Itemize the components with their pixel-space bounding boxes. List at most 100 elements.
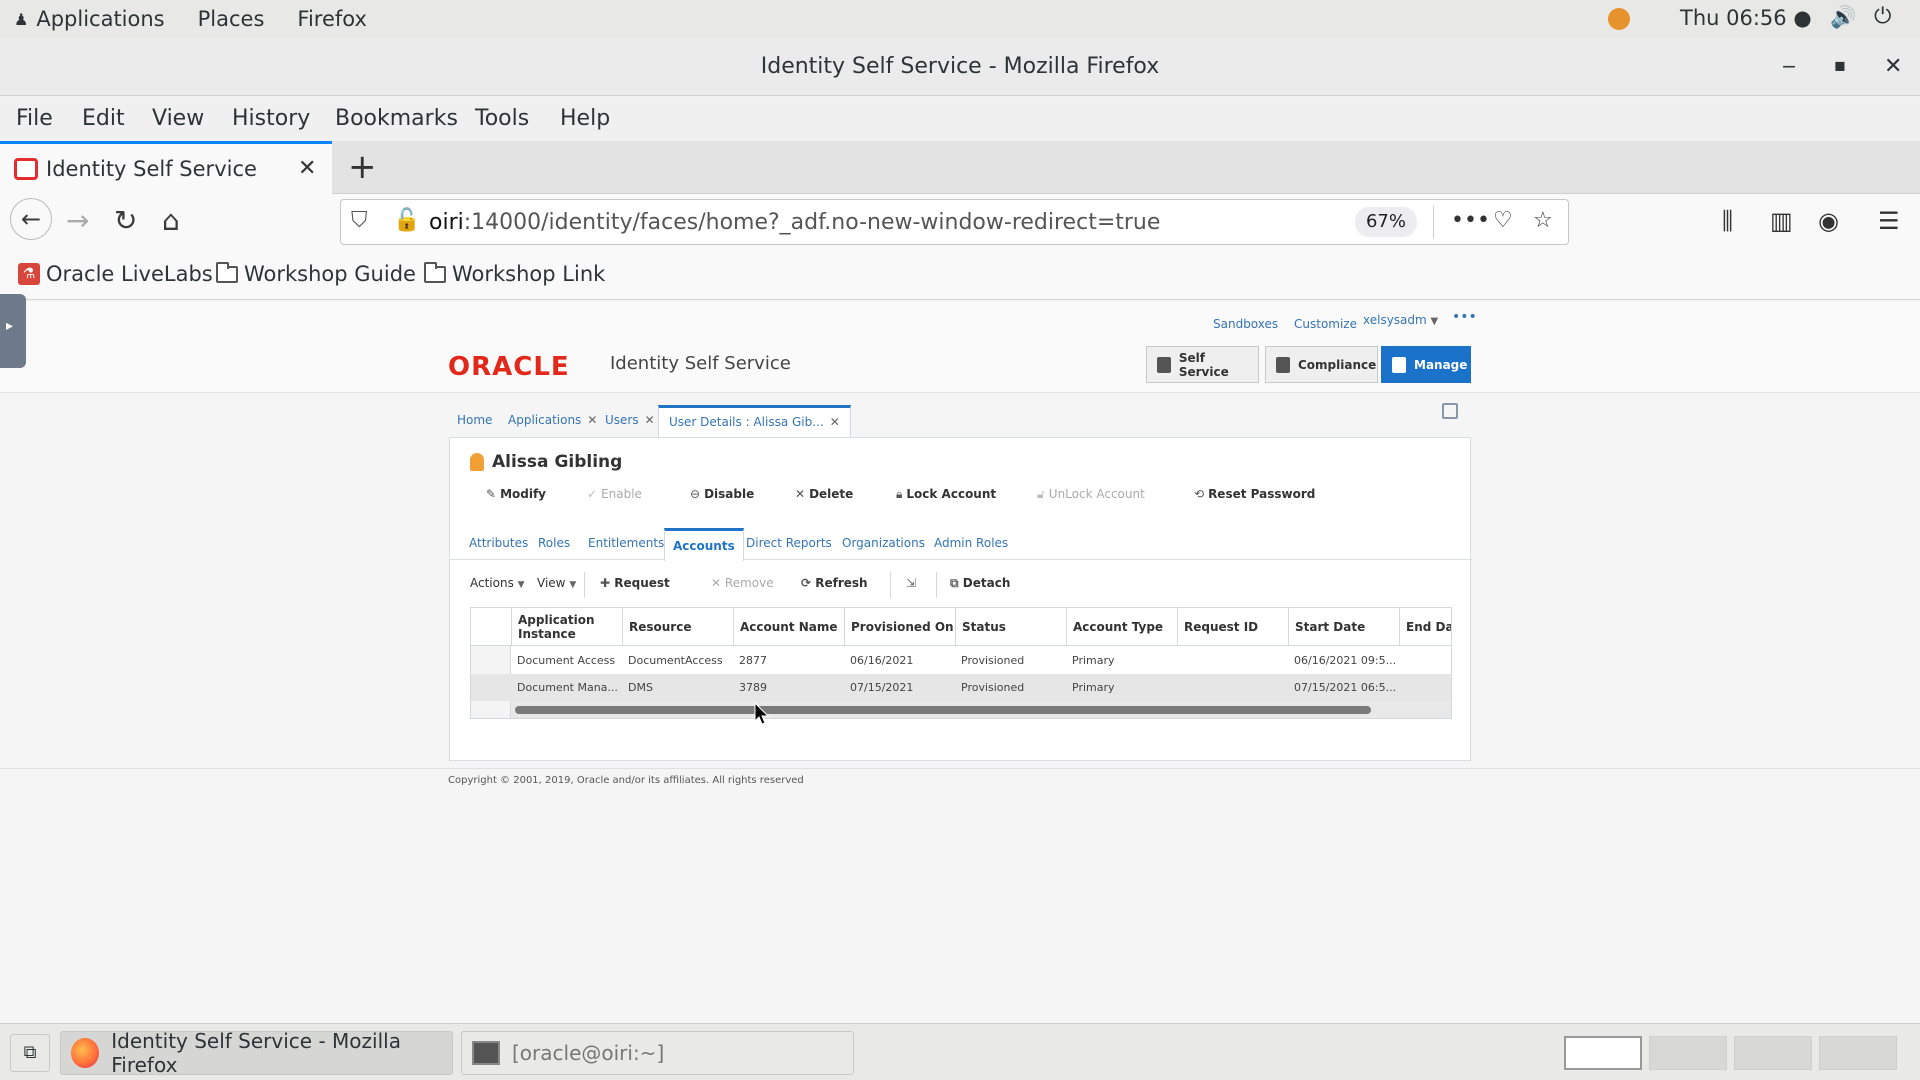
taskbar-terminal[interactable]: [oracle@oiri:~] — [461, 1031, 854, 1075]
delete-button[interactable]: ✕ Delete — [795, 487, 853, 501]
request-button[interactable]: ✚ Request — [600, 576, 670, 590]
user-icon — [470, 453, 484, 471]
home-button[interactable]: ⌂ — [162, 204, 180, 237]
close-icon[interactable]: ✕ — [830, 415, 840, 429]
places-menu[interactable]: Places — [198, 7, 265, 31]
reload-button[interactable]: ↻ — [114, 204, 137, 237]
col-request-id[interactable]: Request ID — [1177, 608, 1288, 646]
forward-button[interactable]: → — [66, 204, 89, 237]
lock-account-button[interactable]: 🔒︎ Lock Account — [896, 487, 996, 502]
sidebar-icon[interactable]: ▥ — [1770, 207, 1793, 235]
zoom-indicator[interactable]: 67% — [1355, 207, 1417, 237]
bookmark-star-icon[interactable]: ☆ — [1533, 208, 1553, 233]
url-text[interactable]: oiri:14000/identity/faces/home?_adf.no-n… — [429, 210, 1160, 235]
menu-history[interactable]: History — [232, 106, 310, 131]
tab-direct-reports[interactable]: Direct Reports — [746, 536, 832, 550]
bookmark-workshop-guide[interactable]: Workshop Guide — [216, 261, 416, 286]
menu-tools[interactable]: Tools — [475, 106, 529, 131]
scrollbar-thumb[interactable] — [515, 706, 1371, 714]
user-menu[interactable]: xelsysadm ▼ — [1363, 313, 1438, 327]
taskbar-firefox[interactable]: Identity Self Service - Mozilla Firefox — [60, 1029, 453, 1077]
col-status[interactable]: Status — [955, 608, 1066, 646]
url-bar[interactable]: ⛉ 🔓 oiri:14000/identity/faces/home?_adf.… — [340, 199, 1569, 245]
tab-attributes[interactable]: Attributes — [469, 536, 528, 550]
bookmark-oracle-livelabs[interactable]: ⚗ Oracle LiveLabs — [18, 262, 213, 286]
menu-help[interactable]: Help — [560, 106, 610, 131]
menu-view[interactable]: View — [152, 106, 204, 131]
manage-button[interactable]: Manage — [1381, 346, 1471, 383]
tab-identity-self-service[interactable]: Identity Self Service ✕ — [0, 141, 332, 194]
insecure-lock-icon[interactable]: 🔓 — [393, 208, 420, 233]
sidebar-handle[interactable] — [0, 294, 26, 368]
new-tab-button[interactable]: + — [348, 147, 377, 187]
hamburger-menu-icon[interactable]: ☰ — [1878, 207, 1900, 235]
close-icon[interactable]: ✕ — [587, 413, 597, 427]
library-icon[interactable]: ⫼ — [1722, 207, 1733, 235]
show-desktop-icon[interactable]: ⧉ — [10, 1034, 50, 1072]
volume-icon[interactable]: 🔊 — [1830, 5, 1856, 30]
notification-icon[interactable] — [1608, 8, 1630, 30]
detach-button[interactable]: ⧉ Detach — [950, 576, 1010, 591]
applications-menu[interactable]: ♟ Applications — [14, 7, 165, 31]
tab-admin-roles[interactable]: Admin Roles — [934, 536, 1008, 550]
close-tab-icon[interactable]: ✕ — [298, 156, 316, 181]
enable-button[interactable]: ✓ Enable — [587, 487, 642, 501]
modify-button[interactable]: ✎ Modify — [486, 487, 546, 501]
unlock-account-button[interactable]: 🔓︎ UnLock Account — [1037, 487, 1145, 502]
table-row[interactable]: Document Access DocumentAccess 2877 06/1… — [471, 647, 1451, 674]
tab-entitlements[interactable]: Entitlements — [588, 536, 664, 550]
workspace-4[interactable] — [1819, 1036, 1897, 1070]
workspace-2[interactable] — [1649, 1036, 1727, 1070]
actions-menu[interactable]: Actions ▼ — [470, 576, 525, 590]
workspace-3[interactable] — [1734, 1036, 1812, 1070]
close-icon[interactable]: ✕ — [645, 413, 655, 427]
save-layout-icon[interactable] — [1442, 403, 1458, 419]
pocket-icon[interactable]: ♡ — [1493, 208, 1513, 233]
user-title: Alissa Gibling — [470, 452, 622, 472]
minimize-button[interactable]: ‒ — [1782, 54, 1796, 79]
menu-edit[interactable]: Edit — [82, 106, 125, 131]
view-menu[interactable]: View ▼ — [537, 576, 576, 590]
account-icon[interactable]: ◉ — [1818, 207, 1839, 235]
self-service-button[interactable]: Self Service — [1146, 346, 1259, 383]
tab-organizations[interactable]: Organizations — [842, 536, 925, 550]
tab-users[interactable]: Users ✕ — [605, 413, 655, 427]
col-end-date[interactable]: End Da — [1399, 608, 1451, 646]
col-account-name[interactable]: Account Name — [733, 608, 844, 646]
workspace-1[interactable] — [1564, 1036, 1642, 1070]
col-application-instance[interactable]: Application Instance — [511, 608, 622, 646]
link-customize[interactable]: Customize — [1294, 317, 1357, 331]
page-content: Sandboxes Customize xelsysadm ▼ ••• ORAC… — [0, 301, 1920, 1023]
col-start-date[interactable]: Start Date — [1288, 608, 1399, 646]
col-resource[interactable]: Resource — [622, 608, 733, 646]
disable-button[interactable]: ⊖ Disable — [690, 487, 754, 501]
firefox-menu[interactable]: Firefox — [297, 7, 367, 31]
tab-accounts[interactable]: Accounts — [664, 528, 744, 561]
tab-roles[interactable]: Roles — [538, 536, 570, 550]
more-options-icon[interactable]: ••• — [1452, 309, 1477, 325]
bookmark-workshop-link[interactable]: Workshop Link — [424, 261, 605, 286]
tab-home[interactable]: Home — [457, 413, 492, 427]
tab-user-details[interactable]: User Details : Alissa Gib... ✕ — [658, 405, 851, 437]
col-account-type[interactable]: Account Type — [1066, 608, 1177, 646]
menu-bookmarks[interactable]: Bookmarks — [335, 106, 458, 131]
tracking-shield-icon[interactable]: ⛉ — [351, 208, 368, 233]
button-label: Compliance — [1298, 357, 1377, 372]
maximize-button[interactable]: ◼ — [1834, 58, 1846, 74]
compliance-button[interactable]: Compliance — [1265, 346, 1378, 383]
remove-button[interactable]: ✕ Remove — [711, 576, 774, 590]
clock[interactable]: Thu 06:56 ● — [1680, 6, 1812, 30]
power-icon[interactable]: ⏻ — [1874, 4, 1891, 29]
refresh-button[interactable]: ⟳ Refresh — [801, 576, 868, 590]
horizontal-scrollbar[interactable] — [511, 701, 1451, 718]
page-actions-icon[interactable]: ••• — [1451, 208, 1490, 233]
close-window-button[interactable]: ✕ — [1884, 54, 1902, 79]
link-sandboxes[interactable]: Sandboxes — [1213, 317, 1278, 331]
table-row[interactable]: Document Mana... DMS 3789 07/15/2021 Pro… — [471, 674, 1451, 701]
menu-file[interactable]: File — [16, 106, 53, 131]
export-icon[interactable]: ⇲ — [906, 576, 916, 590]
col-provisioned-on[interactable]: Provisioned On — [844, 608, 955, 646]
back-button[interactable]: ← — [10, 198, 52, 240]
tab-applications[interactable]: Applications ✕ — [508, 413, 597, 427]
reset-password-button[interactable]: ⟲ Reset Password — [1194, 487, 1315, 501]
